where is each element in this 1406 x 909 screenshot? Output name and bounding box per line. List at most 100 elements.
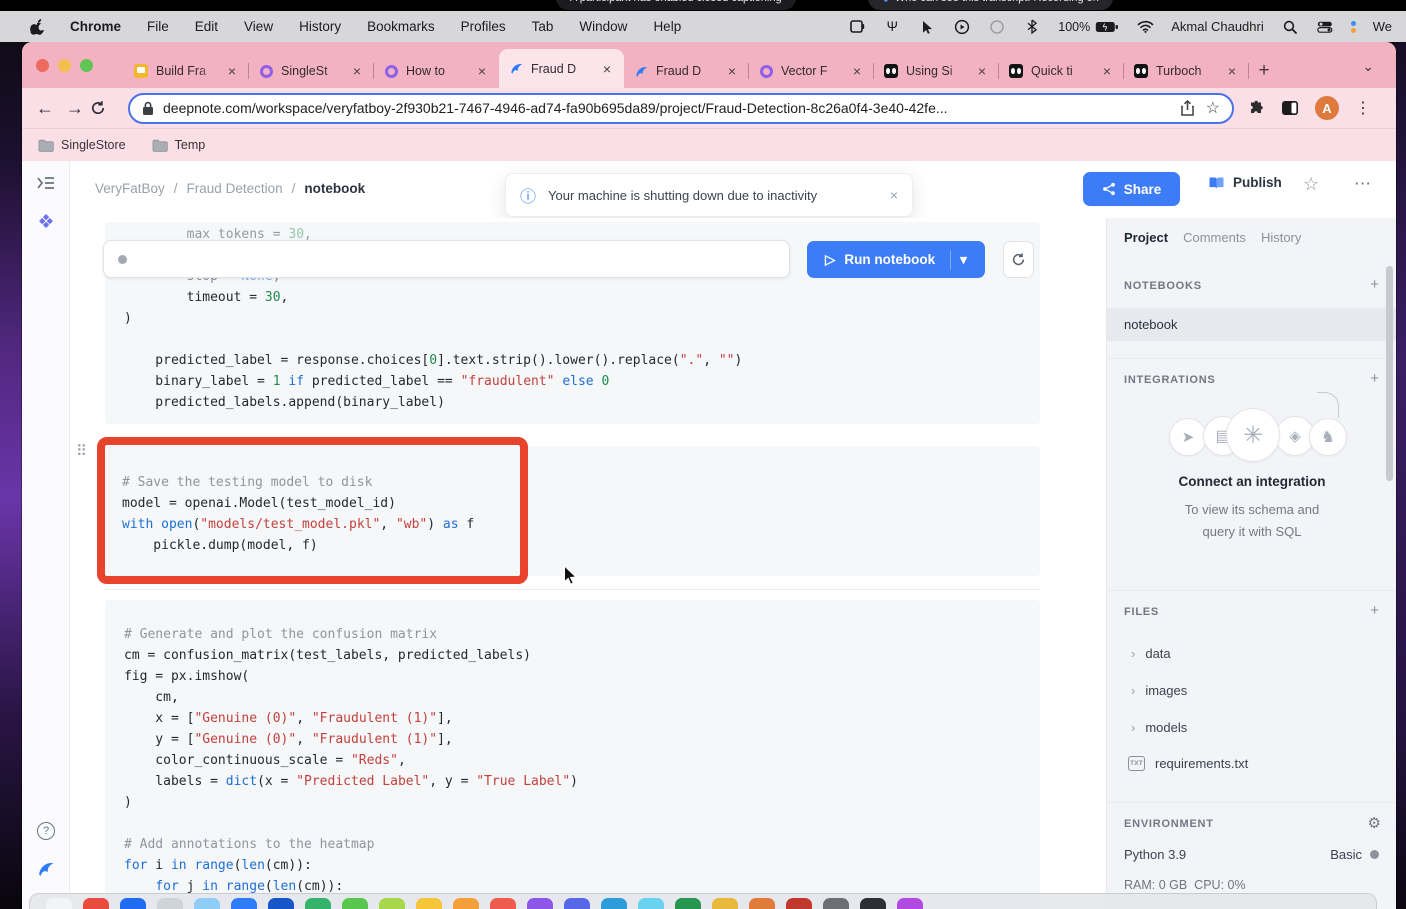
share-page-icon[interactable] — [1181, 100, 1194, 116]
dock-app-icon-23[interactable] — [897, 898, 923, 909]
dock-app-icon-19[interactable] — [749, 898, 775, 909]
folder-row-images[interactable]: › images — [1131, 683, 1187, 698]
tab-vector-functions[interactable]: Vector F × — [749, 54, 874, 88]
menubar-item-edit[interactable]: Edit — [195, 19, 218, 34]
chrome-menu-icon[interactable]: ⋮ — [1355, 98, 1371, 118]
extensions-puzzle-icon[interactable] — [1248, 100, 1265, 117]
tab-quick-tips[interactable]: Quick ti × — [999, 54, 1124, 88]
sidebar-scrollbar[interactable] — [1386, 266, 1393, 481]
dock-app-icon-0[interactable] — [46, 898, 72, 909]
close-window-button[interactable] — [36, 59, 49, 72]
machine-plan[interactable]: Basic — [1330, 847, 1379, 862]
menubar-item-help[interactable]: Help — [653, 19, 681, 34]
wifi-icon[interactable] — [1136, 19, 1154, 35]
dock-app-icon-13[interactable] — [527, 898, 553, 909]
menubar-item-bookmarks[interactable]: Bookmarks — [367, 19, 435, 34]
menubar-item-history[interactable]: History — [299, 19, 341, 34]
code-cell-confusion-matrix[interactable]: # Generate and plot the confusion matrix… — [105, 600, 1040, 909]
user-name[interactable]: Akmal Chaudhri — [1171, 19, 1264, 34]
breadcrumb-workspace[interactable]: VeryFatBoy — [95, 181, 165, 196]
dock-app-icon-14[interactable] — [564, 898, 590, 909]
dock-app-icon-4[interactable] — [194, 898, 220, 909]
tab-close-icon[interactable]: × — [1099, 63, 1115, 79]
dock-app-icon-10[interactable] — [416, 898, 442, 909]
deepnote-logo-icon[interactable] — [22, 859, 70, 879]
more-options-icon[interactable]: ⋯ — [1354, 174, 1372, 194]
tab-fraud-detection-2[interactable]: Fraud D × — [624, 54, 749, 88]
breadcrumb-notebook[interactable]: notebook — [304, 181, 365, 196]
display-icon[interactable] — [848, 19, 866, 35]
tab-close-icon[interactable]: × — [974, 63, 990, 79]
integration-postgres-icon[interactable]: ♞ — [1309, 418, 1347, 456]
tab-history[interactable]: History — [1261, 230, 1301, 245]
url-text[interactable]: deepnote.com/workspace/veryfatboy-2f930b… — [163, 100, 1172, 116]
stats-icon[interactable]: Ψ — [883, 19, 901, 35]
menubar-item-tab[interactable]: Tab — [532, 19, 554, 34]
toast-close-icon[interactable]: × — [890, 187, 898, 203]
tab-fraud-detection-active[interactable]: Fraud D × — [499, 49, 624, 88]
dock-app-icon-21[interactable] — [823, 898, 849, 909]
table-of-contents-icon[interactable] — [22, 175, 70, 191]
menubar-item-file[interactable]: File — [147, 19, 169, 34]
dock-app-icon-9[interactable] — [379, 898, 405, 909]
play-circle-icon[interactable] — [953, 19, 971, 35]
reload-button[interactable] — [90, 100, 120, 116]
restart-machine-button[interactable] — [1003, 241, 1034, 278]
cell-drag-handle-icon[interactable]: ⠿ — [76, 442, 87, 460]
bookmark-folder-singlestore[interactable]: SingleStore — [38, 138, 126, 152]
integrations-blocks-icon[interactable]: ❖ — [22, 211, 70, 234]
share-button[interactable]: Share — [1083, 172, 1180, 206]
chevron-right-icon[interactable]: › — [1131, 720, 1135, 735]
prompt-input[interactable] — [103, 240, 790, 278]
dock-app-icon-12[interactable] — [490, 898, 516, 909]
tab-build-fraud[interactable]: Build Fra × — [124, 54, 249, 88]
tab-close-icon[interactable]: × — [724, 63, 740, 79]
forward-button[interactable]: → — [60, 98, 90, 119]
notebook-list-item[interactable]: notebook — [1107, 308, 1396, 341]
tab-close-icon[interactable]: × — [599, 61, 615, 77]
dock-app-icon-8[interactable] — [342, 898, 368, 909]
zoom-window-button[interactable] — [80, 59, 93, 72]
back-button[interactable]: ← — [30, 98, 60, 119]
add-file-button[interactable]: + — [1370, 602, 1379, 619]
tab-project[interactable]: Project — [1124, 230, 1168, 245]
menubar-item-view[interactable]: View — [244, 19, 273, 34]
dock-app-icon-5[interactable] — [231, 898, 257, 909]
tab-comments[interactable]: Comments — [1183, 230, 1246, 245]
bookmark-star-icon[interactable]: ☆ — [1206, 98, 1220, 118]
menubar-item-chrome[interactable]: Chrome — [70, 19, 121, 34]
run-options-chevron-icon[interactable]: ▾ — [960, 252, 967, 268]
bookmark-folder-temp[interactable]: Temp — [152, 138, 206, 152]
dock-app-icon-17[interactable] — [675, 898, 701, 909]
folder-row-data[interactable]: › data — [1131, 646, 1171, 661]
tab-turbocharge[interactable]: Turboch × — [1124, 54, 1249, 88]
add-integration-button[interactable]: + — [1370, 370, 1379, 387]
connect-integration-link[interactable]: Connect an integration — [1107, 474, 1396, 489]
integration-snowflake-icon[interactable]: ✳ — [1226, 408, 1280, 462]
dock-app-icon-2[interactable] — [120, 898, 146, 909]
control-center-icon[interactable] — [1316, 19, 1334, 35]
breadcrumb-project[interactable]: Fraud Detection — [187, 181, 283, 196]
publish-button[interactable]: Publish — [1208, 175, 1282, 190]
chevron-right-icon[interactable]: › — [1131, 683, 1135, 698]
add-notebook-button[interactable]: + — [1370, 276, 1379, 293]
menubar-item-profiles[interactable]: Profiles — [461, 19, 506, 34]
minimize-window-button[interactable] — [58, 59, 71, 72]
dock-app-icon-18[interactable] — [712, 898, 738, 909]
integration-airflow-icon[interactable]: ➤ — [1169, 418, 1207, 456]
tab-close-icon[interactable]: × — [849, 63, 865, 79]
dock-app-icon-22[interactable] — [860, 898, 886, 909]
dock-app-icon-20[interactable] — [786, 898, 812, 909]
battery-status[interactable]: 100% ϟ — [1058, 20, 1119, 34]
dock-app-icon-16[interactable] — [638, 898, 664, 909]
dock-app-icon-1[interactable] — [83, 898, 109, 909]
python-version[interactable]: Python 3.9 — [1124, 847, 1186, 862]
profile-avatar[interactable]: A — [1315, 96, 1339, 120]
dock-app-icon-6[interactable] — [268, 898, 294, 909]
pointer-icon[interactable] — [918, 19, 936, 35]
spotlight-search-icon[interactable] — [1281, 19, 1299, 35]
favorite-star-icon[interactable]: ☆ — [1303, 174, 1319, 195]
tab-singlestore[interactable]: SingleSt × — [249, 54, 374, 88]
run-notebook-button[interactable]: ▷ Run notebook ▾ — [807, 241, 985, 278]
lock-icon[interactable] — [142, 101, 154, 116]
